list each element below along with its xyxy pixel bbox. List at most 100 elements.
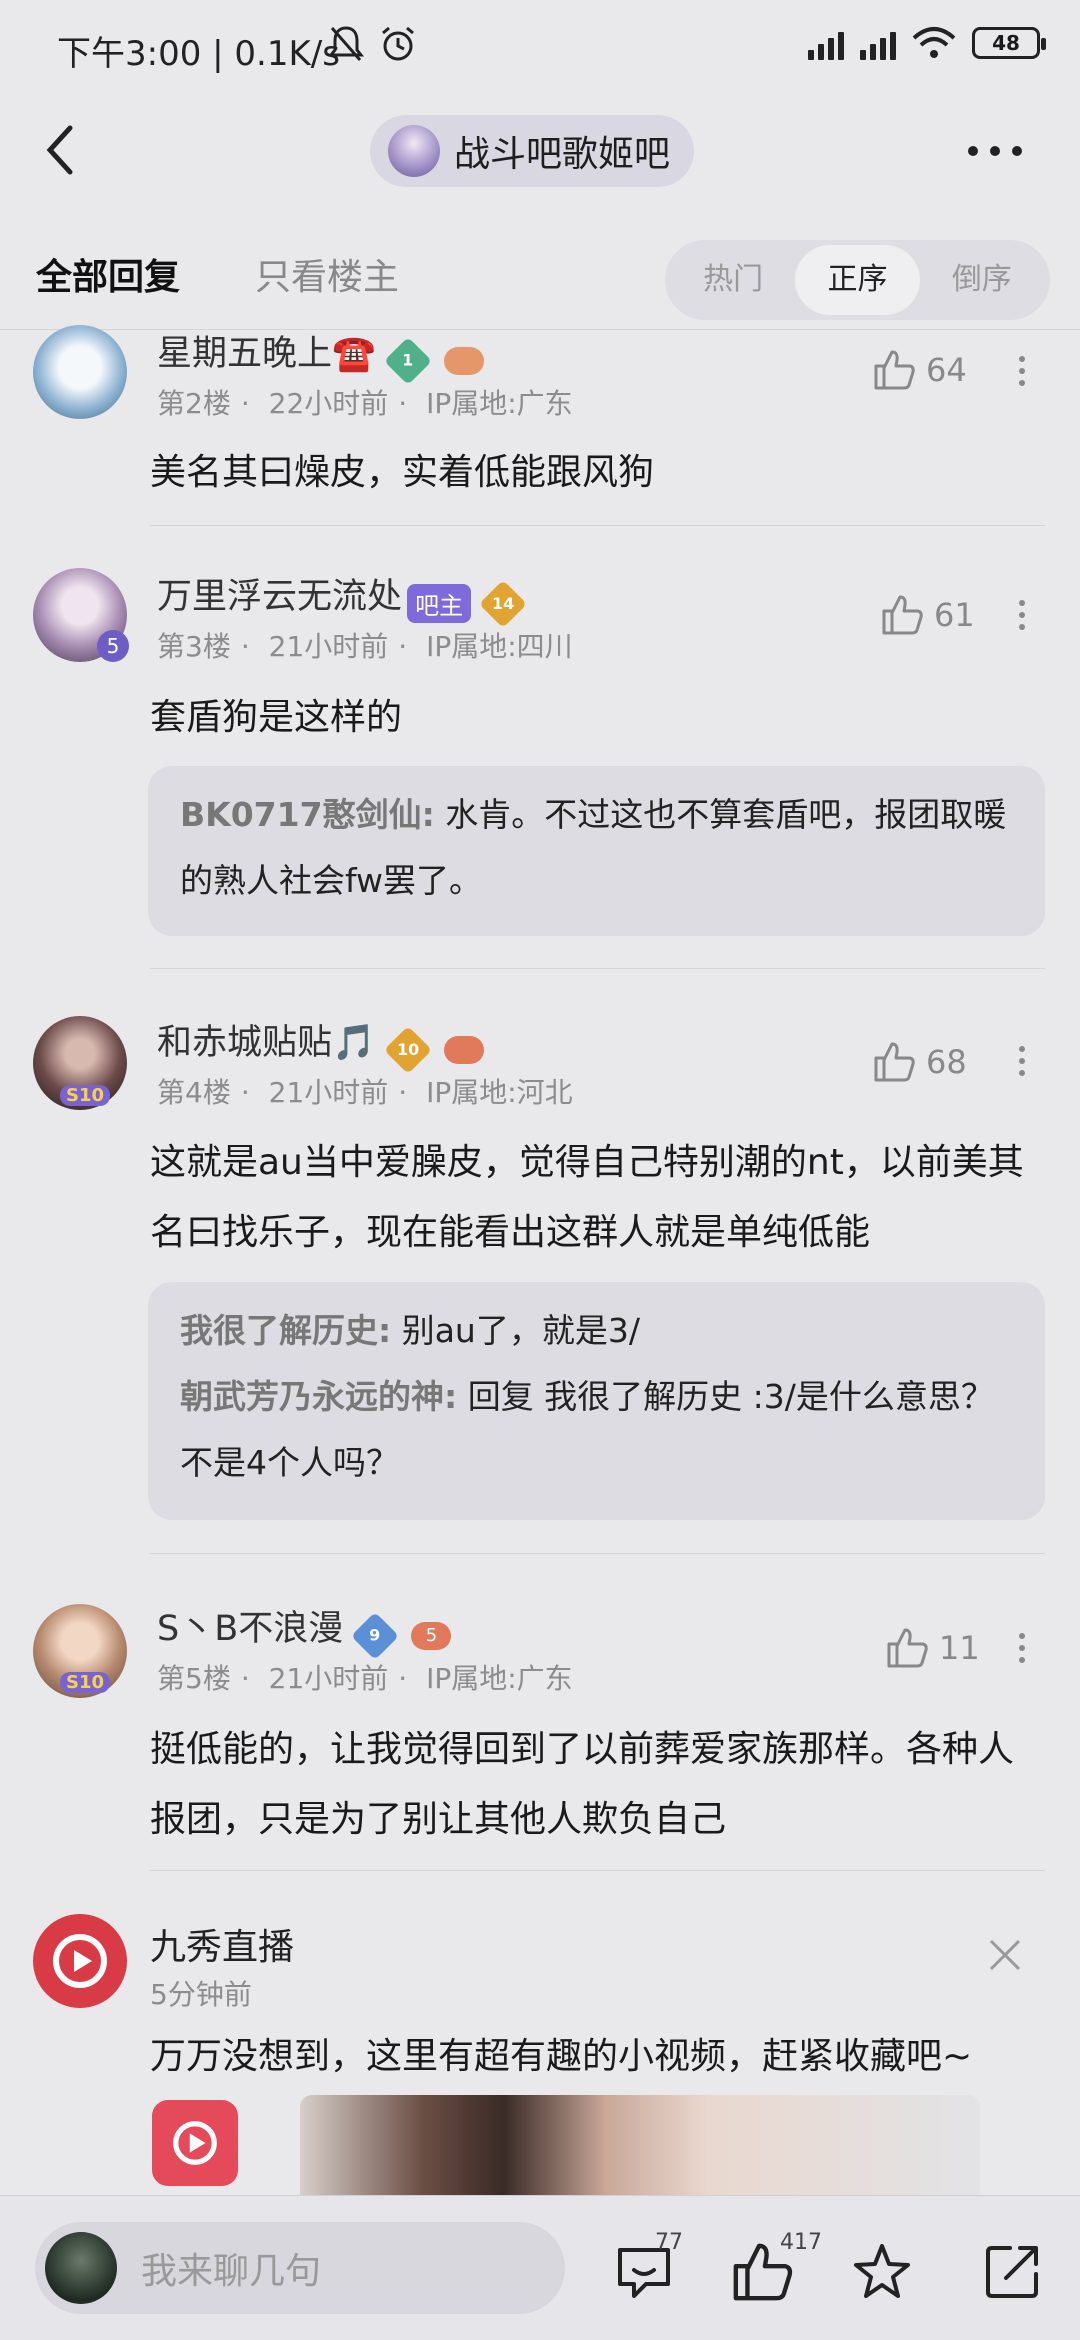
status-time: 下午3:00 | 0.1K/s (57, 34, 340, 74)
divider (150, 1870, 1045, 1871)
ellipsis-icon (968, 146, 1022, 156)
post-menu-button[interactable] (1012, 1040, 1032, 1082)
sort-toggle: 热门 正序 倒序 (665, 240, 1050, 320)
post-header: 星期五晚上☎️ 1 (157, 325, 484, 385)
username[interactable]: 和赤城贴贴🎵 (157, 1023, 376, 1063)
sort-descending[interactable]: 倒序 (920, 245, 1044, 315)
username[interactable]: S丶B不浪漫 (157, 1609, 343, 1649)
divider (150, 525, 1045, 526)
post-header: 万里浮云无流处 吧主 14 (157, 568, 528, 628)
sub-replies[interactable]: BK0717憨剑仙: 水肯。不过这也不算套盾吧，报团取暖的熟人社会fw罢了。 (148, 766, 1045, 936)
mute-bell-icon (327, 24, 365, 64)
thumbs-up-icon (882, 595, 923, 635)
signal-hd-icon (808, 26, 844, 60)
close-icon (989, 1939, 1021, 1971)
like-count: 11 (939, 1629, 980, 1667)
post-time: 21小时前 (268, 1076, 389, 1109)
sub-reply: BK0717憨剑仙: 水肯。不过这也不算套盾吧，报团取暖的熟人社会fw罢了。 (180, 782, 1013, 914)
post-time: 21小时前 (268, 630, 389, 663)
tab-owner-only[interactable]: 只看楼主 (255, 248, 399, 300)
level-badge: 1 (383, 336, 432, 385)
sub-replies[interactable]: 我很了解历史: 别au了，就是3/ 朝武芳乃永远的神: 回复 我很了解历史 :3… (148, 1282, 1045, 1520)
post-text: 挺低能的，让我觉得回到了以前葬爱家族那样。各种人报团，只是为了别让其他人欺负自己 (150, 1729, 1015, 1840)
post-meta: 第3楼 · 21小时前 · IP属地:四川 (157, 630, 573, 663)
sort-hot[interactable]: 热门 (671, 245, 795, 315)
forum-avatar (388, 125, 440, 177)
like-button[interactable]: 11 (885, 1626, 980, 1670)
forum-owner-badge: 吧主 (407, 584, 472, 623)
ad-time: 5分钟前 (150, 1978, 252, 2011)
like-count: 61 (934, 596, 975, 634)
divider (150, 1553, 1045, 1554)
chevron-left-icon (46, 125, 73, 175)
share-button[interactable] (980, 2240, 1050, 2310)
comment-input[interactable]: 我来聊几句 (35, 2222, 565, 2314)
favorite-button[interactable] (850, 2240, 920, 2310)
thumbs-up-icon (874, 350, 915, 390)
forum-title-pill[interactable]: 战斗吧歌姬吧 (370, 115, 695, 187)
like-button[interactable]: 64 (872, 348, 967, 392)
tab-all-replies[interactable]: 全部回复 (36, 248, 180, 300)
ip-location: IP属地:广东 (426, 387, 573, 420)
comment-placeholder: 我来聊几句 (141, 2251, 322, 2292)
like-count: 68 (926, 1043, 967, 1081)
floor-number: 第4楼 (157, 1076, 231, 1109)
divider (150, 968, 1045, 969)
more-options-button[interactable] (960, 125, 1030, 175)
post-menu-button[interactable] (1012, 350, 1032, 392)
ad-video-thumbnail[interactable] (300, 2095, 980, 2195)
post-text: 套盾狗是这样的 (150, 697, 403, 738)
level-badge: 14 (479, 579, 528, 628)
sub-reply: 朝武芳乃永远的神: 回复 我很了解历史 :3/是什么意思？不是4个人吗？ (180, 1364, 1013, 1496)
thumbs-up-icon (887, 1628, 928, 1668)
like-button[interactable]: 61 (880, 593, 975, 637)
like-button[interactable]: 68 (872, 1040, 967, 1084)
comments-count: 77 (655, 2230, 683, 2255)
ad-logo[interactable] (33, 1914, 127, 2008)
floor-number: 第2楼 (157, 387, 231, 420)
post-header: S丶B不浪漫 9 5 (157, 1600, 452, 1660)
thumbs-up-icon (874, 1042, 915, 1082)
gamepad-icon (443, 1035, 484, 1064)
ip-location: IP属地:河北 (426, 1076, 573, 1109)
ad-close-button[interactable] (985, 1935, 1025, 1986)
star-icon (854, 2244, 910, 2298)
play-icon (53, 1934, 107, 1988)
my-avatar (45, 2232, 117, 2304)
avatar-level-badge: S10 (60, 1085, 111, 1106)
alarm-icon (378, 24, 418, 64)
sub-reply-author[interactable]: BK0717憨剑仙: (180, 795, 435, 834)
sort-ascending[interactable]: 正序 (795, 245, 920, 315)
likes-count: 417 (780, 2230, 822, 2255)
back-button[interactable] (40, 120, 90, 180)
play-icon (173, 2121, 217, 2165)
post-meta: 第2楼 · 22小时前 · IP属地:广东 (157, 387, 573, 420)
status-indicators: 48 (808, 26, 1046, 60)
sub-reply: 我很了解历史: 别au了，就是3/ (180, 1298, 1013, 1364)
post-menu-button[interactable] (1012, 1627, 1032, 1669)
ad-app-icon[interactable] (152, 2100, 238, 2186)
ad-name[interactable]: 九秀直播 (150, 1918, 294, 1970)
sub-reply-author[interactable]: 我很了解历史: (180, 1311, 391, 1350)
post-menu-button[interactable] (1012, 594, 1032, 636)
gamepad-icon (443, 346, 484, 375)
username[interactable]: 星期五晚上☎️ (157, 334, 376, 374)
post-text: 美名其曰燥皮，实着低能跟风狗 (150, 452, 655, 493)
battery-icon: 48 (972, 27, 1046, 59)
gamepad-icon: 5 (411, 1621, 452, 1650)
post-header: 和赤城贴贴🎵 10 (157, 1014, 484, 1074)
level-badge: 10 (383, 1025, 432, 1074)
avatar[interactable] (33, 325, 127, 419)
ip-location: IP属地:四川 (426, 630, 573, 663)
post-meta: 第4楼 · 21小时前 · IP属地:河北 (157, 1076, 573, 1109)
ad-text: 万万没想到，这里有超有趣的小视频，赶紧收藏吧~ (150, 2036, 973, 2077)
floor-number: 第5楼 (157, 1662, 231, 1695)
share-icon (986, 2246, 1038, 2298)
sub-reply-author[interactable]: 朝武芳乃永远的神: (180, 1377, 457, 1416)
ip-location: IP属地:广东 (426, 1662, 573, 1695)
username[interactable]: 万里浮云无流处 (157, 577, 402, 617)
signal-icon (860, 26, 896, 60)
level-badge: 9 (351, 1611, 400, 1660)
like-count: 64 (926, 351, 967, 389)
avatar-level-badge: 5 (97, 630, 129, 662)
